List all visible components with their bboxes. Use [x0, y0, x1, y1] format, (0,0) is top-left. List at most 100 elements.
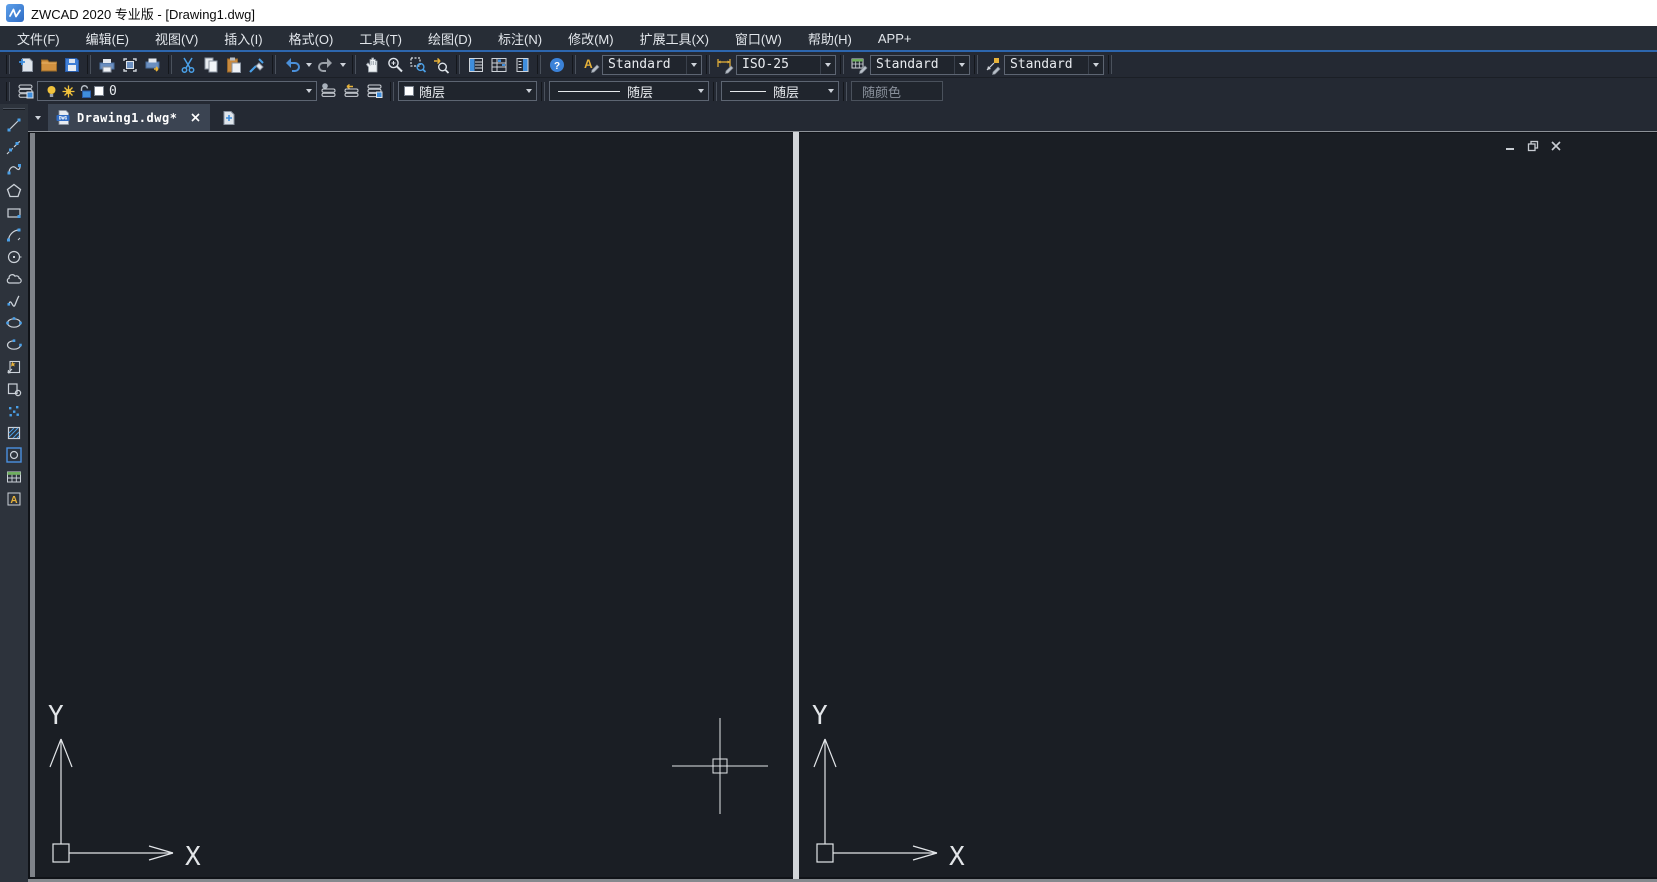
ellipse-tool-button[interactable]: [2, 312, 26, 334]
table-style-combo[interactable]: Standard: [870, 55, 970, 75]
zoom-window-button[interactable]: [406, 54, 429, 76]
menu-draw[interactable]: 绘图(D): [415, 26, 485, 50]
ucs-y-label: Y: [812, 701, 828, 731]
color-combo[interactable]: 随层: [398, 81, 537, 101]
polygon-tool-button[interactable]: [2, 180, 26, 202]
dim-style-dropdown-button[interactable]: [820, 56, 835, 74]
undo-history-button[interactable]: [303, 54, 314, 76]
layer-combo[interactable]: 0: [37, 81, 317, 101]
layer-previous-button[interactable]: [340, 80, 363, 102]
hatch-icon: [5, 424, 23, 442]
close-button[interactable]: [1549, 139, 1563, 152]
tab-drawing1[interactable]: DWG Drawing1.dwg*: [48, 104, 210, 131]
mtext-tool-button[interactable]: A: [2, 488, 26, 510]
text-style-dropdown-button[interactable]: [686, 56, 701, 74]
linetype-combo[interactable]: 随层: [549, 81, 709, 101]
toolbar-separator: [272, 55, 276, 74]
menu-format[interactable]: 格式(O): [276, 26, 347, 50]
zwcad-logo-icon: [6, 4, 24, 22]
redo-icon: [316, 55, 336, 75]
menu-window[interactable]: 窗口(W): [722, 26, 795, 50]
construction-line-tool-button[interactable]: [2, 136, 26, 158]
copy-button[interactable]: [199, 54, 222, 76]
help-button[interactable]: ?: [545, 54, 568, 76]
make-block-tool-button[interactable]: [2, 378, 26, 400]
region-tool-button[interactable]: [2, 444, 26, 466]
layer-freeze-icon[interactable]: [60, 84, 77, 99]
table-tool-button[interactable]: [2, 466, 26, 488]
text-style-combo[interactable]: Standard: [602, 55, 702, 75]
new-file-button[interactable]: [14, 54, 37, 76]
menu-edit[interactable]: 编辑(E): [73, 26, 142, 50]
ellipse-arc-tool-button[interactable]: [2, 334, 26, 356]
restore-button[interactable]: [1526, 139, 1540, 152]
color-dropdown-button[interactable]: [521, 82, 536, 100]
tab-list-button[interactable]: [30, 108, 46, 128]
layer-lock-icon[interactable]: [77, 84, 94, 99]
design-center-button[interactable]: [487, 54, 510, 76]
save-button[interactable]: [60, 54, 83, 76]
redo-button[interactable]: [314, 54, 337, 76]
paste-button[interactable]: [222, 54, 245, 76]
menu-file[interactable]: 文件(F): [4, 26, 73, 50]
draw-toolbar-grip[interactable]: [3, 108, 25, 110]
menu-modify[interactable]: 修改(M): [555, 26, 627, 50]
toolbar-grip[interactable]: [6, 82, 10, 101]
tool-palettes-button[interactable]: [510, 54, 533, 76]
layer-states-button[interactable]: [363, 80, 386, 102]
point-tool-button[interactable]: [2, 400, 26, 422]
menu-view[interactable]: 视图(V): [142, 26, 211, 50]
menu-help[interactable]: 帮助(H): [795, 26, 865, 50]
dropdown-arrow-icon: [698, 89, 704, 93]
title-bar: ZWCAD 2020 专业版 - [Drawing1.dwg]: [0, 0, 1657, 26]
lineweight-combo[interactable]: 随层: [721, 81, 839, 101]
line-tool-button[interactable]: [2, 114, 26, 136]
table-style-dropdown-button[interactable]: [954, 56, 969, 74]
arc-tool-button[interactable]: [2, 224, 26, 246]
mleader-style-combo[interactable]: Standard: [1004, 55, 1104, 75]
redo-history-button[interactable]: [337, 54, 348, 76]
revision-cloud-tool-button[interactable]: [2, 268, 26, 290]
zoom-previous-button[interactable]: [429, 54, 452, 76]
cut-button[interactable]: [176, 54, 199, 76]
new-drawing-tab-button[interactable]: [218, 108, 240, 128]
menu-insert[interactable]: 插入(I): [211, 26, 275, 50]
menu-express-tools[interactable]: 扩展工具(X): [627, 26, 722, 50]
menu-tools[interactable]: 工具(T): [346, 26, 415, 50]
layer-on-icon[interactable]: [43, 84, 60, 99]
insert-block-icon: [5, 358, 23, 376]
hatch-tool-button[interactable]: [2, 422, 26, 444]
linetype-dropdown-button[interactable]: [693, 82, 708, 100]
match-properties-button[interactable]: [245, 54, 268, 76]
lineweight-dropdown-button[interactable]: [823, 82, 838, 100]
polyline-tool-button[interactable]: [2, 158, 26, 180]
plot-button[interactable]: [141, 54, 164, 76]
layer-color-swatch: [94, 86, 104, 96]
viewport-left[interactable]: Y X: [30, 133, 793, 877]
circle-tool-button[interactable]: [2, 246, 26, 268]
viewport-right[interactable]: Y X: [799, 133, 1657, 877]
print-preview-button[interactable]: [118, 54, 141, 76]
minimize-button[interactable]: [1503, 139, 1517, 152]
pan-button[interactable]: [360, 54, 383, 76]
spline-tool-button[interactable]: [2, 290, 26, 312]
open-file-button[interactable]: [37, 54, 60, 76]
layer-properties-button[interactable]: [14, 80, 37, 102]
dim-style-combo[interactable]: ISO-25: [736, 55, 836, 75]
print-button[interactable]: [95, 54, 118, 76]
undo-button[interactable]: [280, 54, 303, 76]
layer-previous-icon: [342, 81, 362, 101]
menu-app-plus[interactable]: APP+: [865, 26, 925, 50]
menu-dimension[interactable]: 标注(N): [485, 26, 555, 50]
plot-style-combo: 随颜色: [851, 81, 943, 101]
tab-close-button[interactable]: [187, 110, 203, 126]
rectangle-tool-button[interactable]: [2, 202, 26, 224]
zoom-realtime-button[interactable]: [383, 54, 406, 76]
mleader-style-dropdown-button[interactable]: [1088, 56, 1103, 74]
lineweight-sample: [730, 91, 766, 92]
layer-dropdown-button[interactable]: [301, 82, 316, 100]
make-object-layer-current-button[interactable]: [317, 80, 340, 102]
properties-palette-button[interactable]: [464, 54, 487, 76]
insert-block-tool-button[interactable]: [2, 356, 26, 378]
toolbar-grip[interactable]: [6, 55, 10, 74]
